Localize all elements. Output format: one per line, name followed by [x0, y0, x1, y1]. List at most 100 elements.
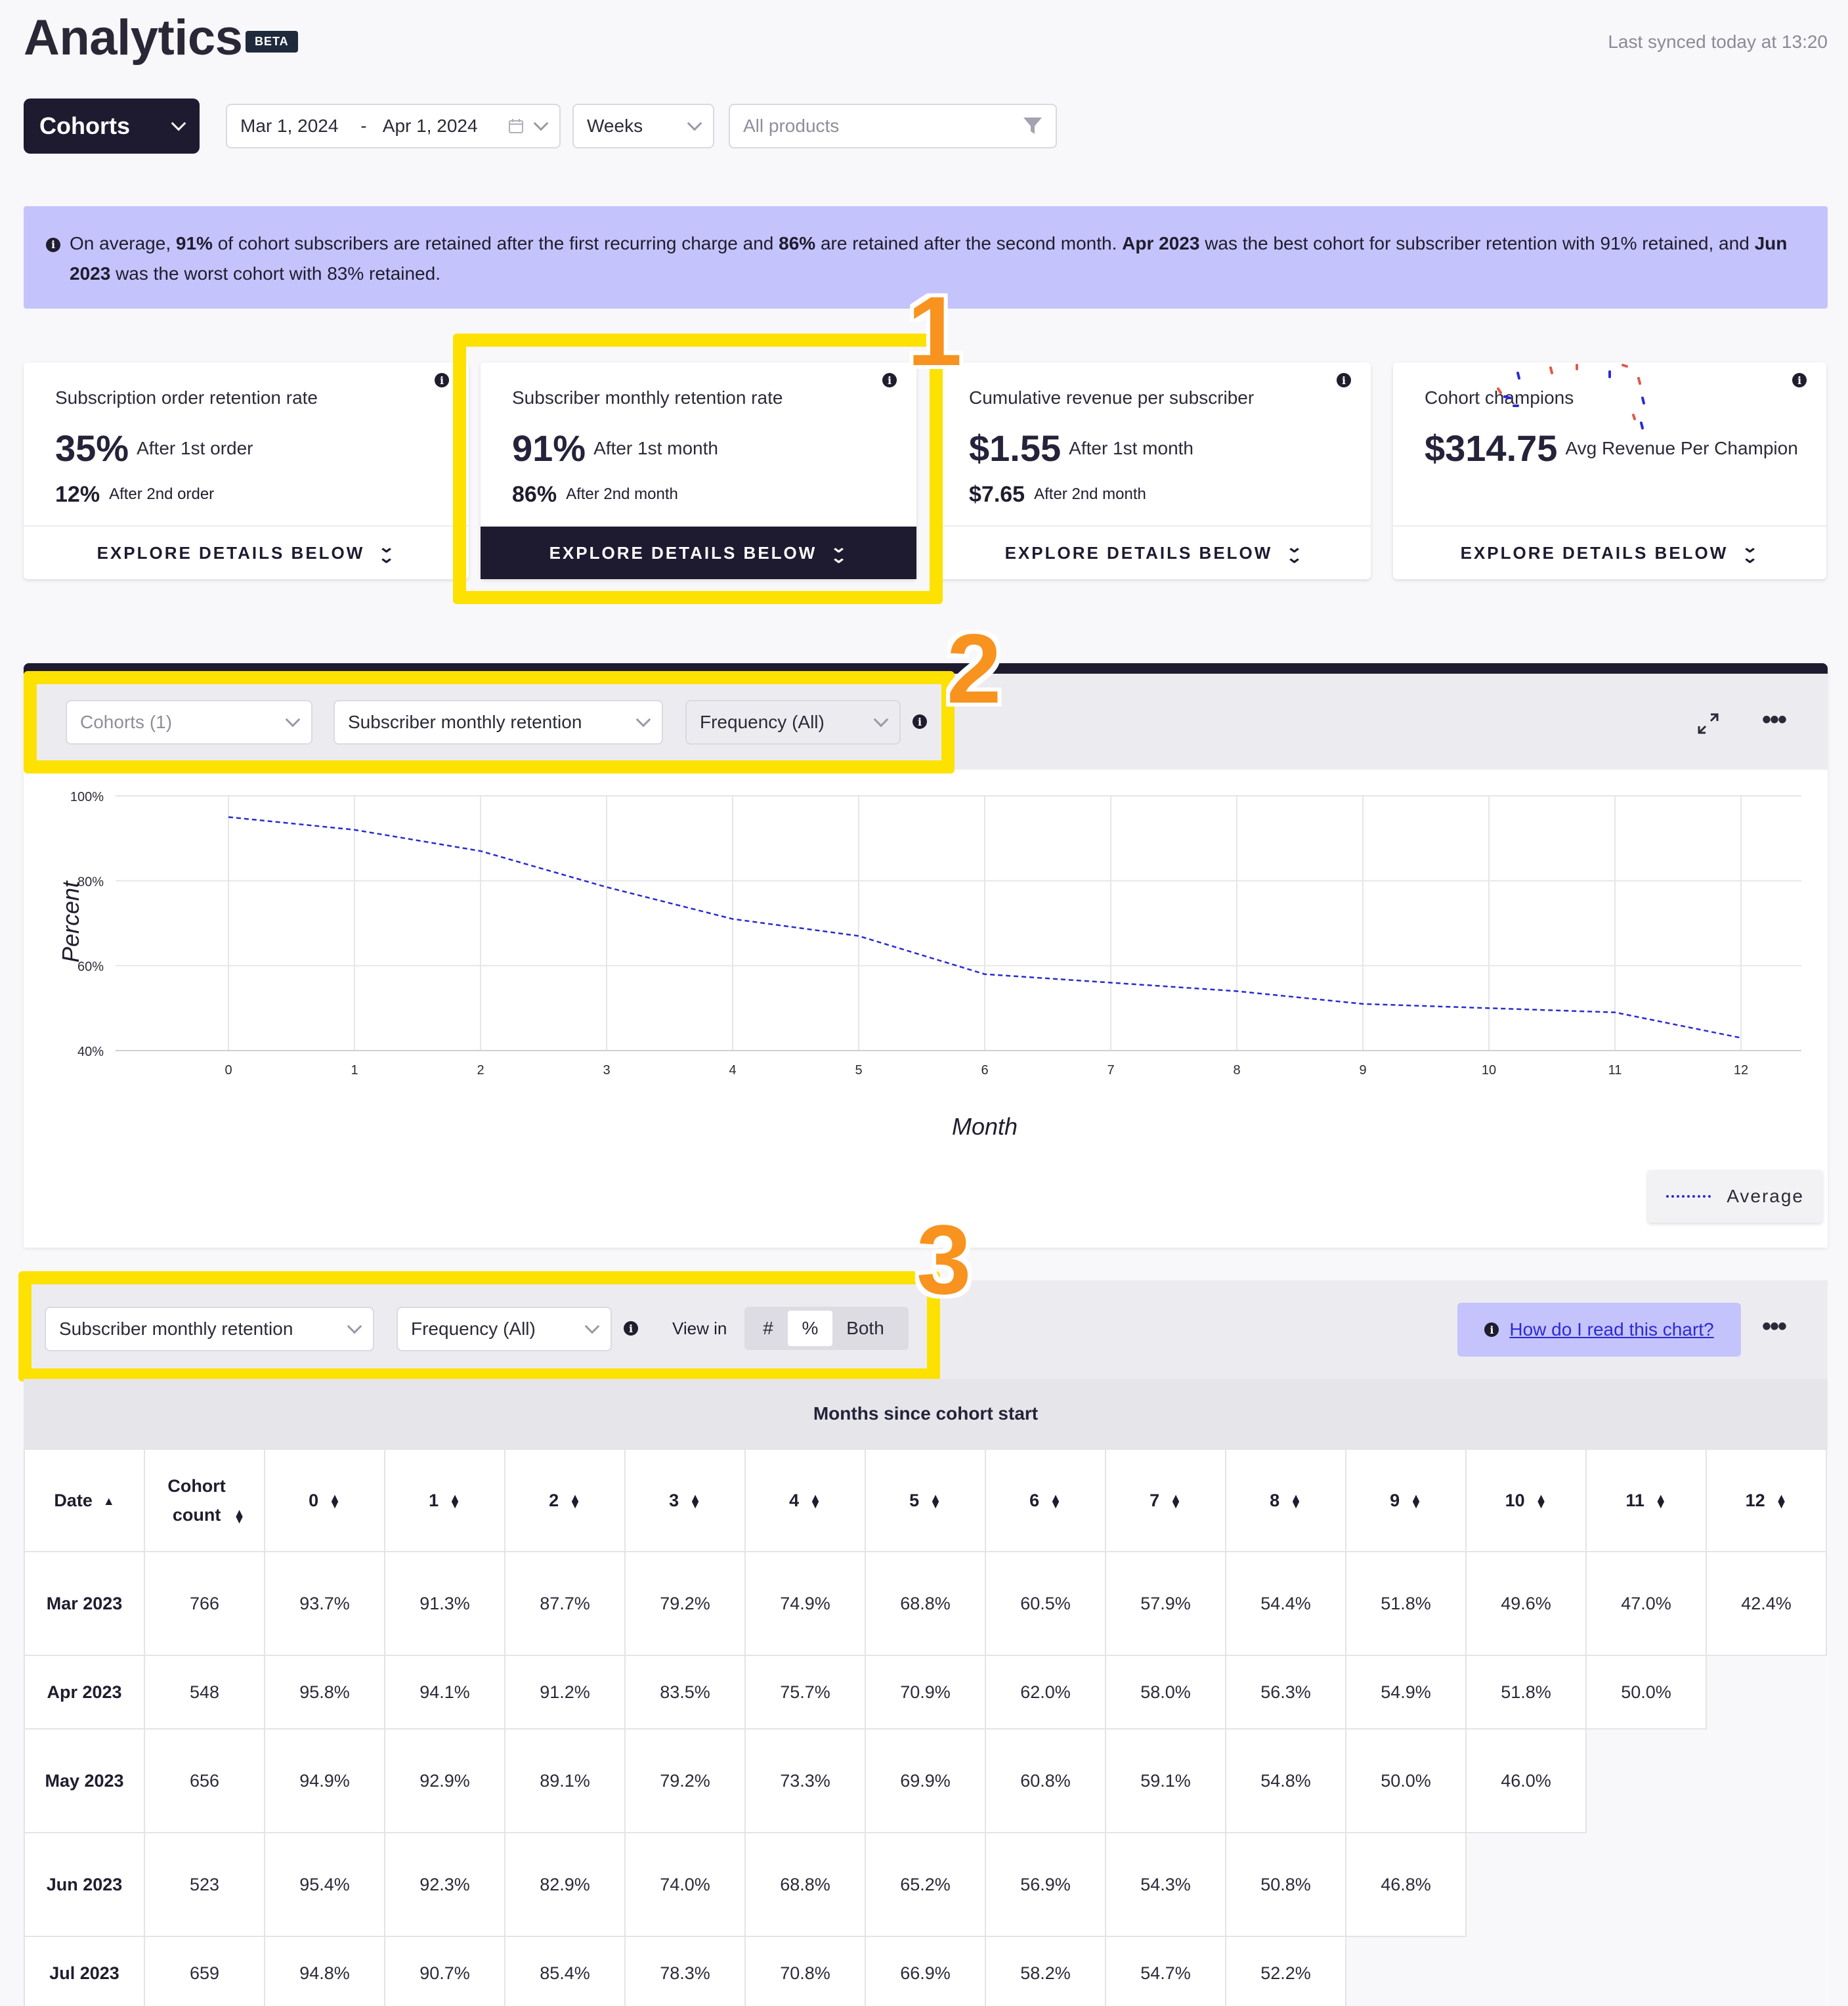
- column-header-month-12[interactable]: 12 ▲ ▼: [1706, 1449, 1827, 1552]
- interval-select[interactable]: Weeks: [572, 104, 714, 148]
- x-tick-label: 4: [729, 1063, 736, 1078]
- column-header-label: 10: [1505, 1490, 1525, 1510]
- product-filter[interactable]: All products: [729, 104, 1057, 148]
- column-header-date[interactable]: Date ▲: [24, 1449, 145, 1552]
- cohort-date-cell: Mar 2023: [24, 1551, 145, 1656]
- explore-button-label: EXPLORE DETAILS BELOW: [97, 542, 365, 563]
- view-select-button[interactable]: Cohorts: [24, 98, 200, 154]
- cohort-count-cell: 548: [144, 1655, 265, 1730]
- explore-details-button[interactable]: EXPLORE DETAILS BELOW ⌄ ⌄: [24, 525, 469, 579]
- retention-value-cell: 69.9%: [865, 1728, 986, 1833]
- info-icon[interactable]: i: [1337, 373, 1351, 387]
- column-header-month-11[interactable]: 11 ▲ ▼: [1585, 1449, 1707, 1552]
- card-big-caption: After 1st order: [137, 438, 253, 458]
- explore-details-button[interactable]: EXPLORE DETAILS BELOW ⌄ ⌄: [1393, 525, 1826, 579]
- retention-value-cell: 66.9%: [865, 1936, 986, 2006]
- table-row: Jul 2023 659 94.8% 90.7% 85.4% 78.3% 70.8% 66.9…: [24, 1936, 1826, 2006]
- date-start: Mar 1, 2024: [240, 116, 339, 136]
- card-primary-value: 35% After 1st order: [55, 427, 253, 469]
- retention-value-cell: 46.0%: [1465, 1728, 1587, 1833]
- calendar-icon: [509, 119, 523, 133]
- card-primary-value: $1.55 After 1st month: [969, 427, 1193, 469]
- column-header-month-0[interactable]: 0 ▲ ▼: [264, 1449, 385, 1552]
- cohort-count-cell: 659: [144, 1936, 265, 2006]
- retention-value-cell: 93.7%: [264, 1551, 385, 1656]
- retention-value-cell: 73.3%: [744, 1728, 866, 1833]
- retention-value-cell: 54.3%: [1105, 1832, 1226, 1937]
- column-header-cohort-count[interactable]: Cohort count ▲ ▼: [144, 1449, 265, 1552]
- column-header-month-2[interactable]: 2 ▲ ▼: [504, 1449, 626, 1552]
- column-header-month-8[interactable]: 8 ▲ ▼: [1225, 1449, 1346, 1552]
- retention-value-cell: 50.8%: [1225, 1832, 1346, 1937]
- column-header-month-5[interactable]: 5 ▲ ▼: [865, 1449, 986, 1552]
- column-header-label: 9: [1390, 1490, 1400, 1510]
- retention-value-cell: 50.0%: [1345, 1728, 1467, 1833]
- more-options-icon[interactable]: •••: [1762, 705, 1787, 735]
- card-cohort-champions: Cohort champions i $314.75 Avg Revenue Pe…: [1393, 362, 1826, 579]
- retention-value-cell: 62.0%: [985, 1655, 1106, 1730]
- table-row: Mar 2023 766 93.7% 91.3% 87.7% 79.2% 74.9% 68.8…: [24, 1551, 1827, 1656]
- info-icon[interactable]: i: [435, 373, 449, 387]
- retention-value-cell: 74.9%: [744, 1551, 866, 1656]
- card-small-caption: After 2nd month: [1034, 485, 1146, 503]
- date-end: Apr 1, 2024: [382, 116, 478, 136]
- table-row: Apr 2023 548 95.8% 94.1% 91.2% 83.5% 75.7% 70.9…: [24, 1655, 1826, 1730]
- retention-value-cell: 78.3%: [624, 1936, 746, 2006]
- filter-icon: [1023, 118, 1042, 134]
- expand-icon[interactable]: [1696, 712, 1720, 735]
- chevron-down-icon: [171, 116, 186, 131]
- retention-value-cell: 65.2%: [865, 1832, 986, 1937]
- sort-icon: ▲ ▼: [1050, 1491, 1062, 1512]
- column-header-month-6[interactable]: 6 ▲ ▼: [985, 1449, 1106, 1552]
- sort-ascending-icon: ▲: [102, 1494, 115, 1508]
- column-header-month-4[interactable]: 4 ▲ ▼: [744, 1449, 866, 1552]
- info-icon[interactable]: i: [1792, 373, 1807, 387]
- sort-icon: ▲ ▼: [1170, 1491, 1182, 1512]
- retention-value-cell: 54.9%: [1345, 1655, 1467, 1730]
- double-chevron-down-icon: ⌄ ⌄: [377, 538, 398, 567]
- x-tick-label: 9: [1359, 1063, 1366, 1078]
- column-header-month-9[interactable]: 9 ▲ ▼: [1345, 1449, 1467, 1552]
- help-chart-button[interactable]: i How do I read this chart?: [1457, 1303, 1741, 1357]
- x-tick-label: 0: [225, 1063, 232, 1078]
- empty-cell: [1706, 1833, 1826, 1936]
- empty-cell: [1466, 1833, 1586, 1936]
- page-title: Analytics: [24, 10, 243, 66]
- legend-line-swatch: [1666, 1195, 1711, 1198]
- retention-value-cell: 60.5%: [985, 1551, 1106, 1656]
- table-header-row: Date ▲ Cohort count ▲ ▼ 0 ▲ ▼ 1 ▲ ▼ 2 ▲ ▼ 3 ▲ ▼ 4 ▲ ▼ 5 ▲ ▼ 6…: [24, 1449, 1827, 1552]
- sort-icon: ▲ ▼: [569, 1491, 581, 1512]
- x-axis-label: Month: [952, 1113, 1018, 1140]
- sort-icon: ▲ ▼: [1654, 1491, 1667, 1512]
- more-options-icon[interactable]: •••: [1762, 1312, 1787, 1341]
- column-header-month-10[interactable]: 10 ▲ ▼: [1465, 1449, 1587, 1552]
- empty-cell: [1586, 1729, 1706, 1833]
- card-small-number: 12%: [55, 482, 100, 507]
- retention-value-cell: 42.4%: [1706, 1551, 1827, 1656]
- explore-details-button[interactable]: EXPLORE DETAILS BELOW ⌄ ⌄: [937, 525, 1371, 579]
- retention-value-cell: 85.4%: [504, 1936, 626, 2006]
- card-cumulative-revenue: Cumulative revenue per subscriber i $1.5…: [937, 362, 1371, 579]
- sort-icon: ▲ ▼: [930, 1491, 941, 1512]
- retention-value-cell: 59.1%: [1105, 1728, 1226, 1833]
- sort-icon: ▲ ▼: [1290, 1491, 1302, 1512]
- x-tick-label: 10: [1482, 1063, 1496, 1078]
- card-small-caption: After 2nd order: [109, 485, 215, 503]
- annotation-highlight-3: [18, 1271, 940, 1382]
- retention-value-cell: 58.0%: [1105, 1655, 1226, 1730]
- retention-value-cell: 83.5%: [624, 1655, 746, 1730]
- column-header-month-3[interactable]: 3 ▲ ▼: [624, 1449, 746, 1552]
- banner-text: was the worst cohort with 83% retained.: [110, 263, 441, 284]
- annotation-highlight-1: [453, 334, 943, 604]
- date-range-picker[interactable]: Mar 1, 2024 - Apr 1, 2024: [226, 104, 561, 148]
- cohort-date-cell: Jun 2023: [24, 1832, 145, 1937]
- retention-value-cell: 70.8%: [744, 1936, 866, 2006]
- column-header-month-7[interactable]: 7 ▲ ▼: [1105, 1449, 1226, 1552]
- column-header-month-1[interactable]: 1 ▲ ▼: [384, 1449, 505, 1552]
- retention-value-cell: 54.7%: [1105, 1936, 1226, 2006]
- help-chart-link[interactable]: How do I read this chart?: [1509, 1319, 1713, 1340]
- x-tick-label: 5: [855, 1063, 862, 1078]
- banner-text: was the best cohort for subscriber reten…: [1199, 233, 1755, 253]
- cohort-count-cell: 766: [144, 1551, 265, 1656]
- banner-text: of cohort subscribers are retained after…: [212, 233, 779, 253]
